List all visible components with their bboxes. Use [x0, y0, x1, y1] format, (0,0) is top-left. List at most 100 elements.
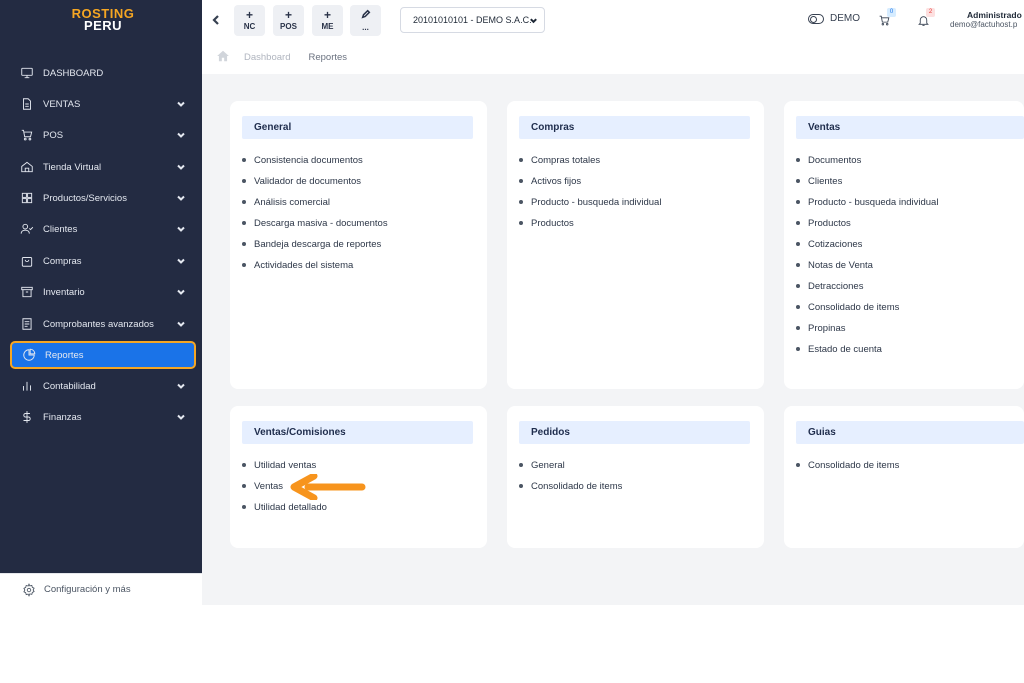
- report-link[interactable]: Detracciones: [796, 276, 938, 297]
- logo-line-2: PERU: [83, 18, 123, 33]
- cart-count-badge: 0: [887, 8, 896, 17]
- sidebar-item-label: DASHBOARD: [43, 67, 104, 79]
- sidebar-item-productos-servicios[interactable]: Productos/Servicios: [10, 185, 196, 211]
- sidebar-item-finanzas[interactable]: Finanzas: [10, 404, 196, 430]
- sidebar-item-ventas[interactable]: VENTAS: [10, 91, 196, 117]
- report-link[interactable]: Utilidad ventas: [242, 455, 327, 476]
- annotation-arrow-icon: [290, 474, 366, 500]
- plus-icon: +: [284, 8, 292, 22]
- sidebar-item-reportes[interactable]: Reportes: [10, 341, 196, 369]
- home-icon[interactable]: [216, 49, 230, 66]
- sidebar-item-dashboard[interactable]: DASHBOARD: [10, 60, 196, 86]
- home-icon: [20, 160, 34, 174]
- sidebar-item-label: Tienda Virtual: [43, 161, 102, 173]
- chevron-down-icon: [176, 162, 186, 172]
- document-icon: [20, 97, 34, 111]
- sidebar-item-compras[interactable]: Compras: [10, 248, 196, 274]
- chevron-down-icon: [529, 16, 538, 25]
- card-links: Compras totales Activos fijos Producto -…: [519, 150, 661, 234]
- demo-label: DEMO: [830, 13, 860, 24]
- chevron-down-icon: [176, 224, 186, 234]
- collapse-sidebar-button[interactable]: [210, 13, 224, 27]
- quick-pos-button[interactable]: + POS: [273, 5, 304, 36]
- sidebar-item-label: Productos/Servicios: [43, 192, 127, 204]
- chevron-down-icon: [176, 319, 186, 329]
- sidebar-item-clientes[interactable]: Clientes: [10, 216, 196, 242]
- report-link[interactable]: Análisis comercial: [242, 192, 388, 213]
- cart-icon: [20, 128, 34, 142]
- report-link[interactable]: Consistencia documentos: [242, 150, 388, 171]
- chevron-down-icon: [176, 99, 186, 109]
- report-link[interactable]: Validador de documentos: [242, 171, 388, 192]
- demo-mode-toggle[interactable]: DEMO: [808, 13, 860, 24]
- logo[interactable]: ROSTING PERU: [68, 7, 138, 33]
- sidebar: ROSTING PERU DASHBOARD VENTAS POS Tienda…: [0, 0, 202, 573]
- card-guias: Guias Consolidado de items: [784, 406, 1024, 548]
- report-link[interactable]: Documentos: [796, 150, 938, 171]
- sidebar-item-comprobantes-avanzados[interactable]: Comprobantes avanzados: [10, 311, 196, 337]
- quick-me-button[interactable]: + ME: [312, 5, 343, 36]
- quick-nc-button[interactable]: + NC: [234, 5, 265, 36]
- grid-icon: [20, 191, 34, 205]
- cart-button[interactable]: 0: [878, 8, 896, 28]
- company-select[interactable]: 20101010101 - DEMO S.A.C.: [400, 7, 545, 33]
- sidebar-item-label: VENTAS: [43, 98, 81, 110]
- report-link[interactable]: Notas de Venta: [796, 255, 938, 276]
- notification-count-badge: 2: [926, 8, 935, 17]
- sidebar-item-configuracion[interactable]: Configuración y más: [0, 573, 202, 605]
- gear-icon: [22, 582, 36, 597]
- sidebar-item-inventario[interactable]: Inventario: [10, 279, 196, 305]
- breadcrumb-dashboard[interactable]: Dashboard: [244, 52, 290, 63]
- report-link[interactable]: Estado de cuenta: [796, 339, 938, 360]
- edit-icon: [360, 9, 371, 21]
- report-link[interactable]: Clientes: [796, 171, 938, 192]
- monitor-icon: [20, 66, 34, 80]
- plus-icon: +: [323, 8, 331, 22]
- pie-chart-icon: [22, 348, 36, 362]
- user-email: demo@factuhost.p: [950, 20, 1018, 29]
- report-link[interactable]: Producto - busqueda individual: [519, 192, 661, 213]
- sidebar-item-tienda-virtual[interactable]: Tienda Virtual: [10, 154, 196, 180]
- chevron-left-icon: [212, 15, 219, 25]
- report-link[interactable]: Producto - busqueda individual: [796, 192, 938, 213]
- sidebar-item-label: Inventario: [43, 286, 85, 298]
- user-name: Administrado: [967, 10, 1022, 20]
- card-ventas: Ventas Documentos Clientes Producto - bu…: [784, 101, 1024, 389]
- quick-more-button[interactable]: ...: [350, 5, 381, 36]
- sidebar-item-contabilidad[interactable]: Contabilidad: [10, 373, 196, 399]
- notifications-button[interactable]: 2: [917, 8, 935, 28]
- report-link[interactable]: Cotizaciones: [796, 234, 938, 255]
- report-link[interactable]: Descarga masiva - documentos: [242, 213, 388, 234]
- card-general: General Consistencia documentos Validado…: [230, 101, 487, 389]
- dollar-icon: [20, 410, 34, 424]
- report-link[interactable]: Actividades del sistema: [242, 255, 388, 276]
- archive-icon: [20, 285, 34, 299]
- report-link[interactable]: Compras totales: [519, 150, 661, 171]
- company-select-value: 20101010101 - DEMO S.A.C.: [413, 15, 532, 25]
- sidebar-item-pos[interactable]: POS: [10, 122, 196, 148]
- chevron-down-icon: [176, 381, 186, 391]
- card-title: General: [242, 116, 473, 139]
- user-check-icon: [20, 222, 34, 236]
- report-link[interactable]: Consolidado de items: [796, 297, 938, 318]
- report-link[interactable]: Productos: [796, 213, 938, 234]
- bag-icon: [20, 254, 34, 268]
- report-link[interactable]: Utilidad detallado: [242, 497, 327, 518]
- reports-main: General Consistencia documentos Validado…: [202, 74, 1024, 605]
- report-link[interactable]: Consolidado de items: [519, 476, 622, 497]
- file-text-icon: [20, 317, 34, 331]
- chevron-down-icon: [176, 287, 186, 297]
- report-link[interactable]: Consolidado de items: [796, 455, 899, 476]
- sidebar-item-label: Contabilidad: [43, 380, 96, 392]
- user-menu[interactable]: Administrado demo@factuhost.p: [950, 10, 1024, 30]
- report-link[interactable]: Productos: [519, 213, 661, 234]
- sidebar-item-label: Finanzas: [43, 411, 82, 423]
- report-link[interactable]: Propinas: [796, 318, 938, 339]
- chevron-down-icon: [176, 412, 186, 422]
- breadcrumb-reportes: Reportes: [308, 51, 348, 63]
- report-link[interactable]: General: [519, 455, 622, 476]
- top-header: + NC + POS + ME ... 20101010101 - DEMO S…: [202, 0, 1024, 40]
- report-link[interactable]: Activos fijos: [519, 171, 661, 192]
- card-links: Documentos Clientes Producto - busqueda …: [796, 150, 938, 360]
- report-link[interactable]: Bandeja descarga de reportes: [242, 234, 388, 255]
